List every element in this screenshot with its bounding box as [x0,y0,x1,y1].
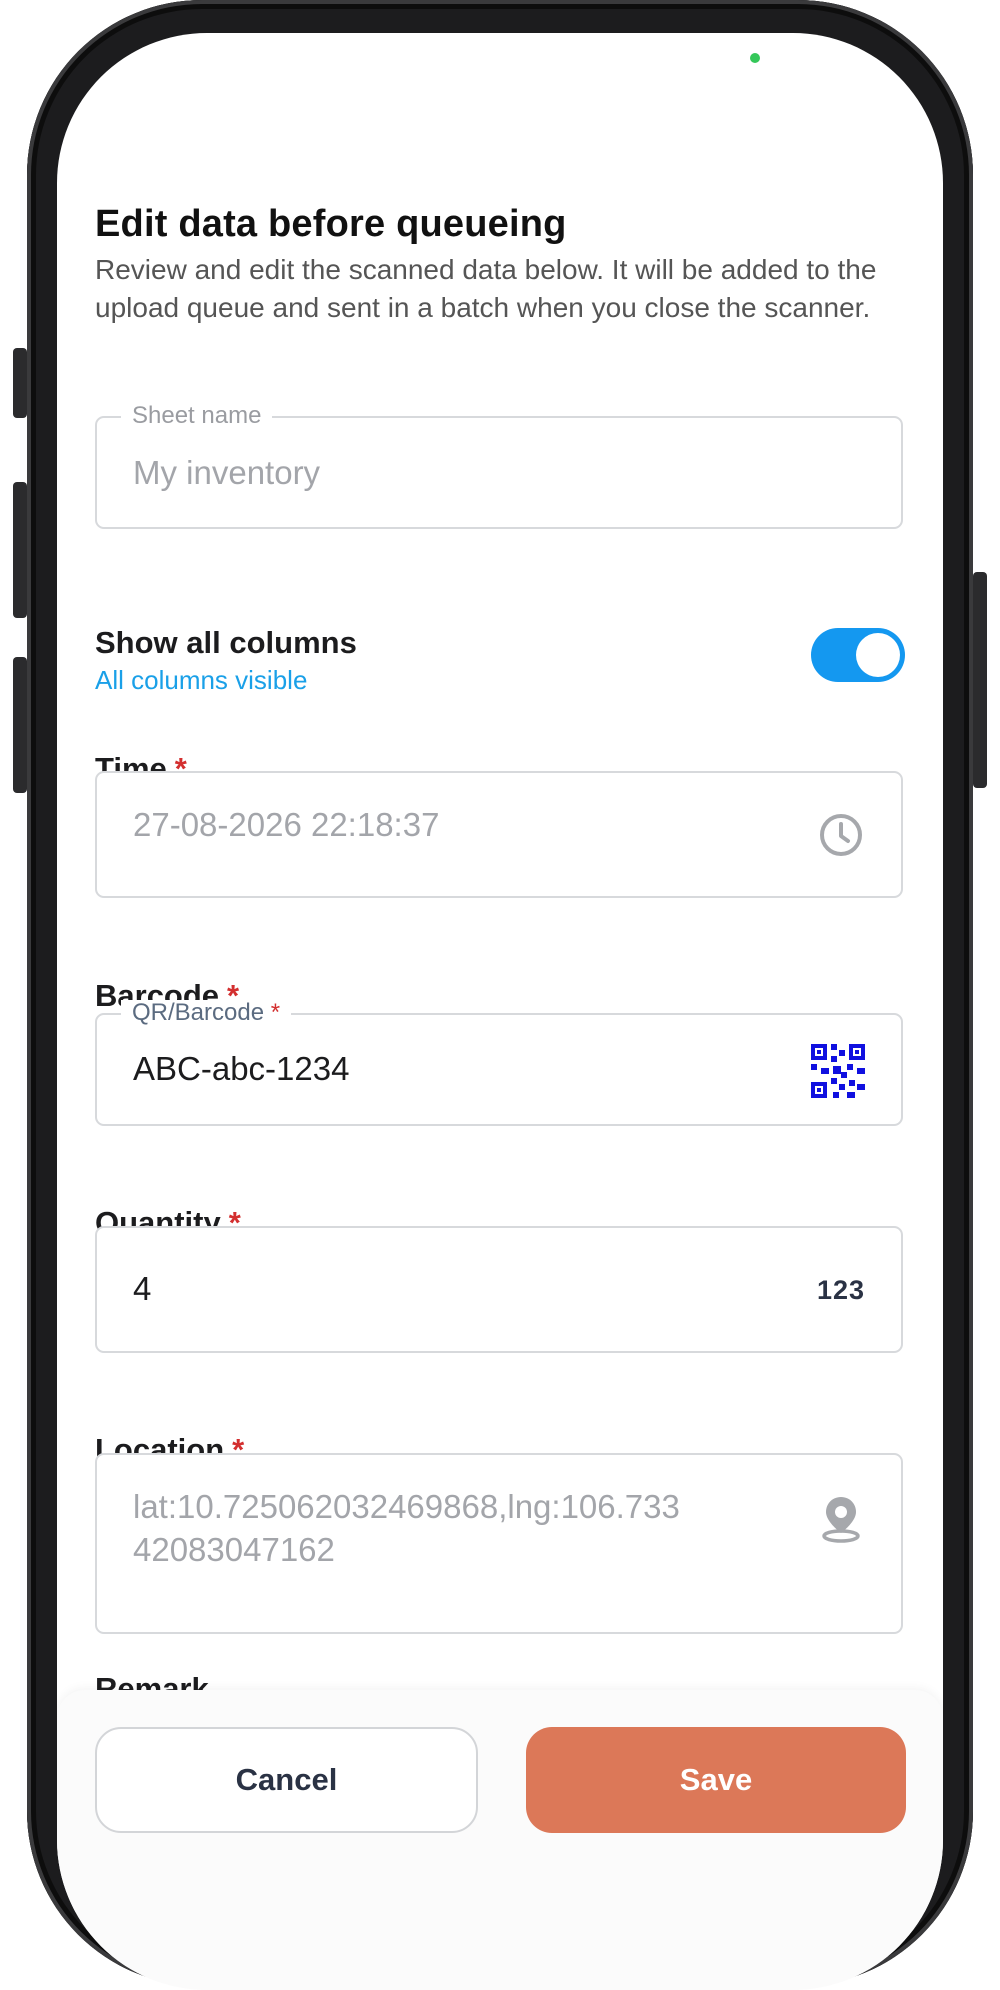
time-field[interactable]: 27-08-2026 22:18:37 [95,771,903,898]
location-pin-icon[interactable] [817,1493,865,1550]
show-all-columns-label: Show all columns [95,625,357,660]
volume-down-button [13,657,27,793]
barcode-input[interactable]: ABC-abc-1234 [133,1050,349,1088]
qr-code-icon[interactable] [811,1044,865,1103]
location-value-line2: 42083047162 [133,1531,335,1568]
screen: Edit data before queueing Review and edi… [57,33,943,1990]
time-input[interactable]: 27-08-2026 22:18:37 [133,806,439,844]
barcode-field[interactable]: QR/Barcode * ABC-abc-1234 [95,1000,903,1126]
sheet-name-field[interactable]: Sheet name My inventory [95,403,903,529]
page-title: Edit data before queueing [95,203,567,245]
save-button[interactable]: Save [526,1727,906,1833]
quantity-input[interactable]: 4 [133,1270,151,1308]
sheet-name-input[interactable]: My inventory [133,454,320,492]
show-all-columns-toggle[interactable] [811,628,905,682]
barcode-legend-text: QR/Barcode [132,999,265,1026]
columns-visibility-status: All columns visible [95,665,308,695]
volume-up-button [13,482,27,618]
quantity-field[interactable]: 4 123 [95,1226,903,1353]
numeric-keypad-icon: 123 [816,1275,865,1305]
toggle-knob [856,633,900,677]
location-field[interactable]: lat:10.725062032469868,lng:106.733 42083… [95,1453,903,1634]
sheet-name-legend: Sheet name [121,403,273,429]
location-value-line1: lat:10.725062032469868,lng:106.733 [133,1488,680,1525]
camera-indicator [750,53,760,63]
barcode-legend-required: * [270,999,281,1026]
barcode-legend: QR/Barcode * [121,999,292,1026]
clock-icon[interactable] [817,811,865,864]
silent-switch [13,348,27,418]
power-button [973,572,987,788]
page-subtitle: Review and edit the scanned data below. … [95,254,877,323]
location-input[interactable]: lat:10.725062032469868,lng:106.733 42083… [133,1485,680,1571]
cancel-button[interactable]: Cancel [95,1727,478,1833]
